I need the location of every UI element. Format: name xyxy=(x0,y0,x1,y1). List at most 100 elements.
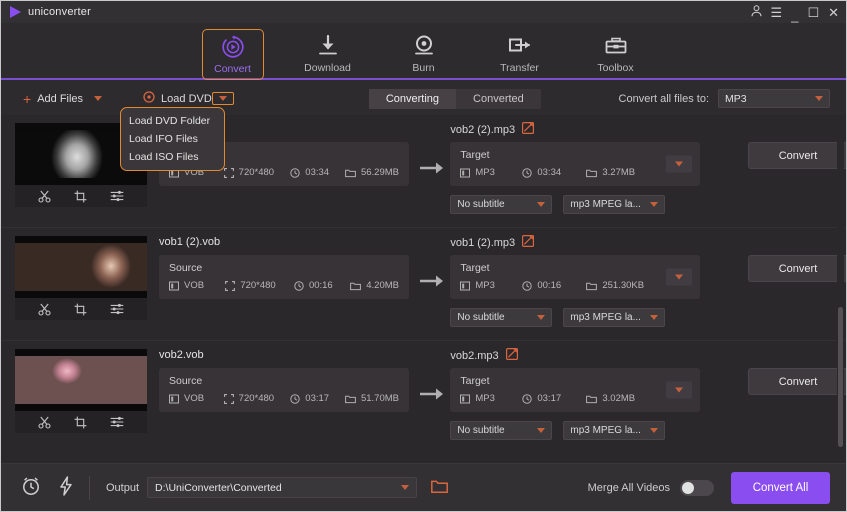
merge-all-videos-toggle[interactable] xyxy=(680,479,714,496)
menu-icon[interactable]: ☰ xyxy=(771,6,783,19)
app-logo: uniconverter xyxy=(1,6,91,18)
target-cell: vob2 (2).mp3 Target MP3 03:34 3.27MB No … xyxy=(450,122,736,214)
burn-icon xyxy=(413,34,435,58)
audio-codec-select[interactable]: mp3 MPEG la... xyxy=(563,308,666,327)
source-duration: 03:34 xyxy=(290,167,345,178)
effects-icon[interactable] xyxy=(110,416,124,428)
chevron-down-icon xyxy=(537,315,546,320)
convert-arrow-icon xyxy=(414,236,450,326)
nav-item-download[interactable]: Download xyxy=(296,29,360,78)
target-format-dropdown[interactable] xyxy=(666,155,693,173)
high-speed-icon[interactable] xyxy=(59,476,73,499)
source-info-box: Source VOB 720*480 03:17 51.70MB xyxy=(159,368,409,412)
source-resolution: 720*480 xyxy=(223,167,291,178)
chevron-down-icon xyxy=(537,428,546,433)
output-path-select[interactable]: D:\UniConverter\Converted xyxy=(147,477,418,498)
convert-button[interactable]: Convert xyxy=(748,368,846,395)
plus-icon: + xyxy=(23,90,32,107)
account-icon[interactable] xyxy=(751,5,762,19)
source-format: VOB xyxy=(169,393,224,404)
subtitle-select[interactable]: No subtitle xyxy=(450,308,553,327)
source-duration: 00:16 xyxy=(294,280,350,291)
convert-button[interactable]: Convert xyxy=(748,255,846,282)
menu-item-load-dvd-folder[interactable]: Load DVD Folder xyxy=(121,112,224,130)
edit-icon[interactable] xyxy=(505,348,518,363)
open-folder-icon[interactable] xyxy=(431,479,448,497)
effects-icon[interactable] xyxy=(110,303,124,315)
source-resolution: 720*480 xyxy=(223,393,291,404)
letterbox-bar-top xyxy=(15,349,147,356)
scrollbar-thumb[interactable] xyxy=(838,307,843,447)
audio-codec-select[interactable]: mp3 MPEG la... xyxy=(563,421,666,440)
nav-item-burn[interactable]: Burn xyxy=(392,29,456,78)
nav-label-toolbox: Toolbox xyxy=(597,62,634,74)
close-icon[interactable]: ✕ xyxy=(828,6,839,19)
target-meta: MP3 00:16 251.30KB xyxy=(460,280,690,291)
tab-converted[interactable]: Converted xyxy=(456,89,541,109)
load-dvd-dropdown-caret[interactable] xyxy=(211,92,234,105)
tab-converting[interactable]: Converting xyxy=(368,88,457,109)
menu-item-load-iso-files[interactable]: Load ISO Files xyxy=(121,148,224,166)
convert-action-cell: Convert xyxy=(748,236,846,282)
divider xyxy=(89,475,90,500)
subtitle-select[interactable]: No subtitle xyxy=(450,195,553,214)
effects-icon[interactable] xyxy=(110,190,124,202)
thumbnail-image xyxy=(15,236,147,298)
toolbox-icon xyxy=(604,34,628,58)
load-dvd-dropdown-menu: Load DVD Folder Load IFO Files Load ISO … xyxy=(120,107,225,171)
menu-item-load-ifo-files[interactable]: Load IFO Files xyxy=(121,130,224,148)
convert-all-button[interactable]: Convert All xyxy=(731,471,830,504)
merge-all-videos-group: Merge All Videos xyxy=(588,479,714,496)
trim-icon[interactable] xyxy=(38,190,51,203)
edit-icon[interactable] xyxy=(522,235,535,250)
app-title: uniconverter xyxy=(28,6,91,18)
nav-item-transfer[interactable]: Transfer xyxy=(488,29,552,78)
target-label: Target xyxy=(460,375,490,387)
video-thumbnail[interactable] xyxy=(15,236,147,298)
chevron-down-icon xyxy=(537,202,546,207)
load-dvd-button[interactable]: Load DVD xyxy=(143,91,212,106)
target-file-name: vob2 (2).mp3 xyxy=(450,123,516,136)
nav-label-burn: Burn xyxy=(412,62,435,74)
add-files-button[interactable]: + Add Files xyxy=(23,92,107,106)
crop-icon[interactable] xyxy=(74,416,87,429)
convert-action-cell: Convert xyxy=(748,123,846,169)
target-label: Target xyxy=(460,262,490,274)
audio-codec-select[interactable]: mp3 MPEG la... xyxy=(563,195,666,214)
thumbnail-tools xyxy=(15,185,147,207)
edit-icon[interactable] xyxy=(522,122,535,137)
target-selects: No subtitle mp3 MPEG la... xyxy=(450,308,736,327)
target-format-dropdown[interactable] xyxy=(666,381,693,399)
trim-icon[interactable] xyxy=(38,416,51,429)
target-format: MP3 xyxy=(460,393,522,404)
subtitle-select[interactable]: No subtitle xyxy=(450,421,553,440)
scheduler-icon[interactable] xyxy=(21,476,41,499)
source-size: 4.20MB xyxy=(350,280,399,291)
nav-item-convert[interactable]: Convert xyxy=(201,29,264,80)
target-meta: MP3 03:17 3.02MB xyxy=(460,393,690,404)
list-scrollbar[interactable] xyxy=(837,115,844,464)
target-format-dropdown[interactable] xyxy=(666,268,693,286)
video-thumbnail[interactable] xyxy=(15,349,147,411)
trim-icon[interactable] xyxy=(38,303,51,316)
audio-codec-value: mp3 MPEG la... xyxy=(570,425,641,436)
convert-icon xyxy=(220,35,246,59)
transfer-icon xyxy=(507,34,533,58)
target-name-row: vob1 (2).mp3 xyxy=(450,235,736,250)
target-duration: 03:17 xyxy=(522,393,586,404)
add-files-dropdown-caret[interactable] xyxy=(89,94,107,103)
chevron-down-icon xyxy=(650,202,659,207)
maximize-icon[interactable]: ☐ xyxy=(807,6,819,19)
source-file-name: vob1 (2).vob xyxy=(159,236,221,248)
minimize-icon[interactable]: _ xyxy=(791,9,798,22)
audio-codec-value: mp3 MPEG la... xyxy=(570,312,641,323)
convert-all-format-select[interactable]: MP3 xyxy=(718,89,830,108)
convert-button[interactable]: Convert xyxy=(748,142,846,169)
chevron-down-icon xyxy=(650,315,659,320)
crop-icon[interactable] xyxy=(74,190,87,203)
thumbnail-tools xyxy=(15,411,147,433)
crop-icon[interactable] xyxy=(74,303,87,316)
nav-item-toolbox[interactable]: Toolbox xyxy=(584,29,648,78)
letterbox-bar-bottom xyxy=(15,404,147,411)
convert-arrow-icon xyxy=(414,349,450,439)
